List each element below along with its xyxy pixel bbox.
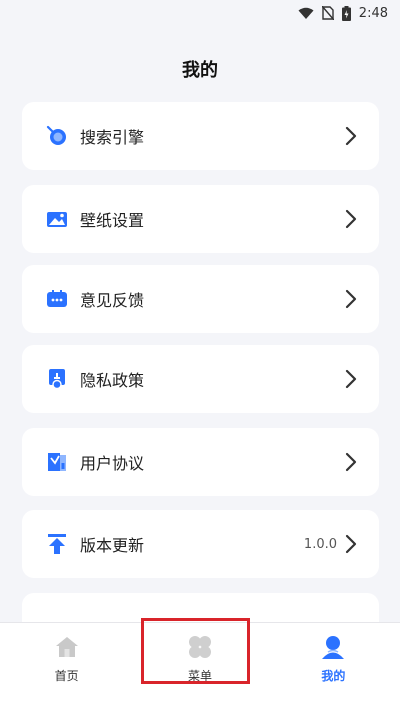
chevron-right-icon [345,126,357,146]
status-bar: 2:48 [0,0,400,26]
chevron-right-icon [345,209,357,229]
menu-item-user-agreement[interactable]: 用户协议 [22,428,379,496]
wallpaper-icon [46,208,68,230]
profile-icon [319,633,347,661]
nav-tab-profile[interactable]: 我的 [267,623,400,712]
chevron-right-icon [345,452,357,472]
menu-item-feedback[interactable]: 意见反馈 [22,265,379,333]
update-icon [46,533,68,555]
home-icon [53,633,81,661]
search-engine-icon [46,125,68,147]
chevron-right-icon [345,369,357,389]
feedback-icon [46,288,68,310]
nav-tab-label: 菜单 [187,669,212,683]
nav-tab-label: 我的 [321,669,346,683]
nav-tab-home[interactable]: 首页 [0,623,133,712]
version-number: 1.0.0 [303,536,337,552]
menu-item-label: 意见反馈 [80,291,145,310]
menu-item-search-engine[interactable]: 搜索引擎 [22,102,379,170]
page-title: 我的 [182,60,218,81]
menu-item-privacy[interactable]: 隐私政策 [22,345,379,413]
menu-item-label: 隐私政策 [80,371,145,390]
menu-item-label: 版本更新 [80,536,145,555]
chevron-right-icon [345,289,357,309]
privacy-icon [46,368,68,390]
chevron-right-icon [345,534,357,554]
battery-charging-icon [341,5,351,21]
status-time: 2:48 [358,5,388,21]
menu-item-wallpaper[interactable]: 壁纸设置 [22,185,379,253]
menu-item-label: 壁纸设置 [80,211,145,230]
wifi-icon [298,7,314,19]
menu-grid-icon [186,633,214,661]
bottom-navigation: 首页 菜单 我的 [0,622,400,712]
menu-item-label: 搜索引擎 [80,128,145,147]
no-sim-icon [321,6,334,20]
nav-tab-label: 首页 [54,669,79,683]
menu-item-version-update[interactable]: 版本更新 1.0.0 [22,510,379,578]
nav-tab-menu[interactable]: 菜单 [133,623,266,712]
agreement-icon [46,451,68,473]
menu-item-label: 用户协议 [80,454,145,473]
